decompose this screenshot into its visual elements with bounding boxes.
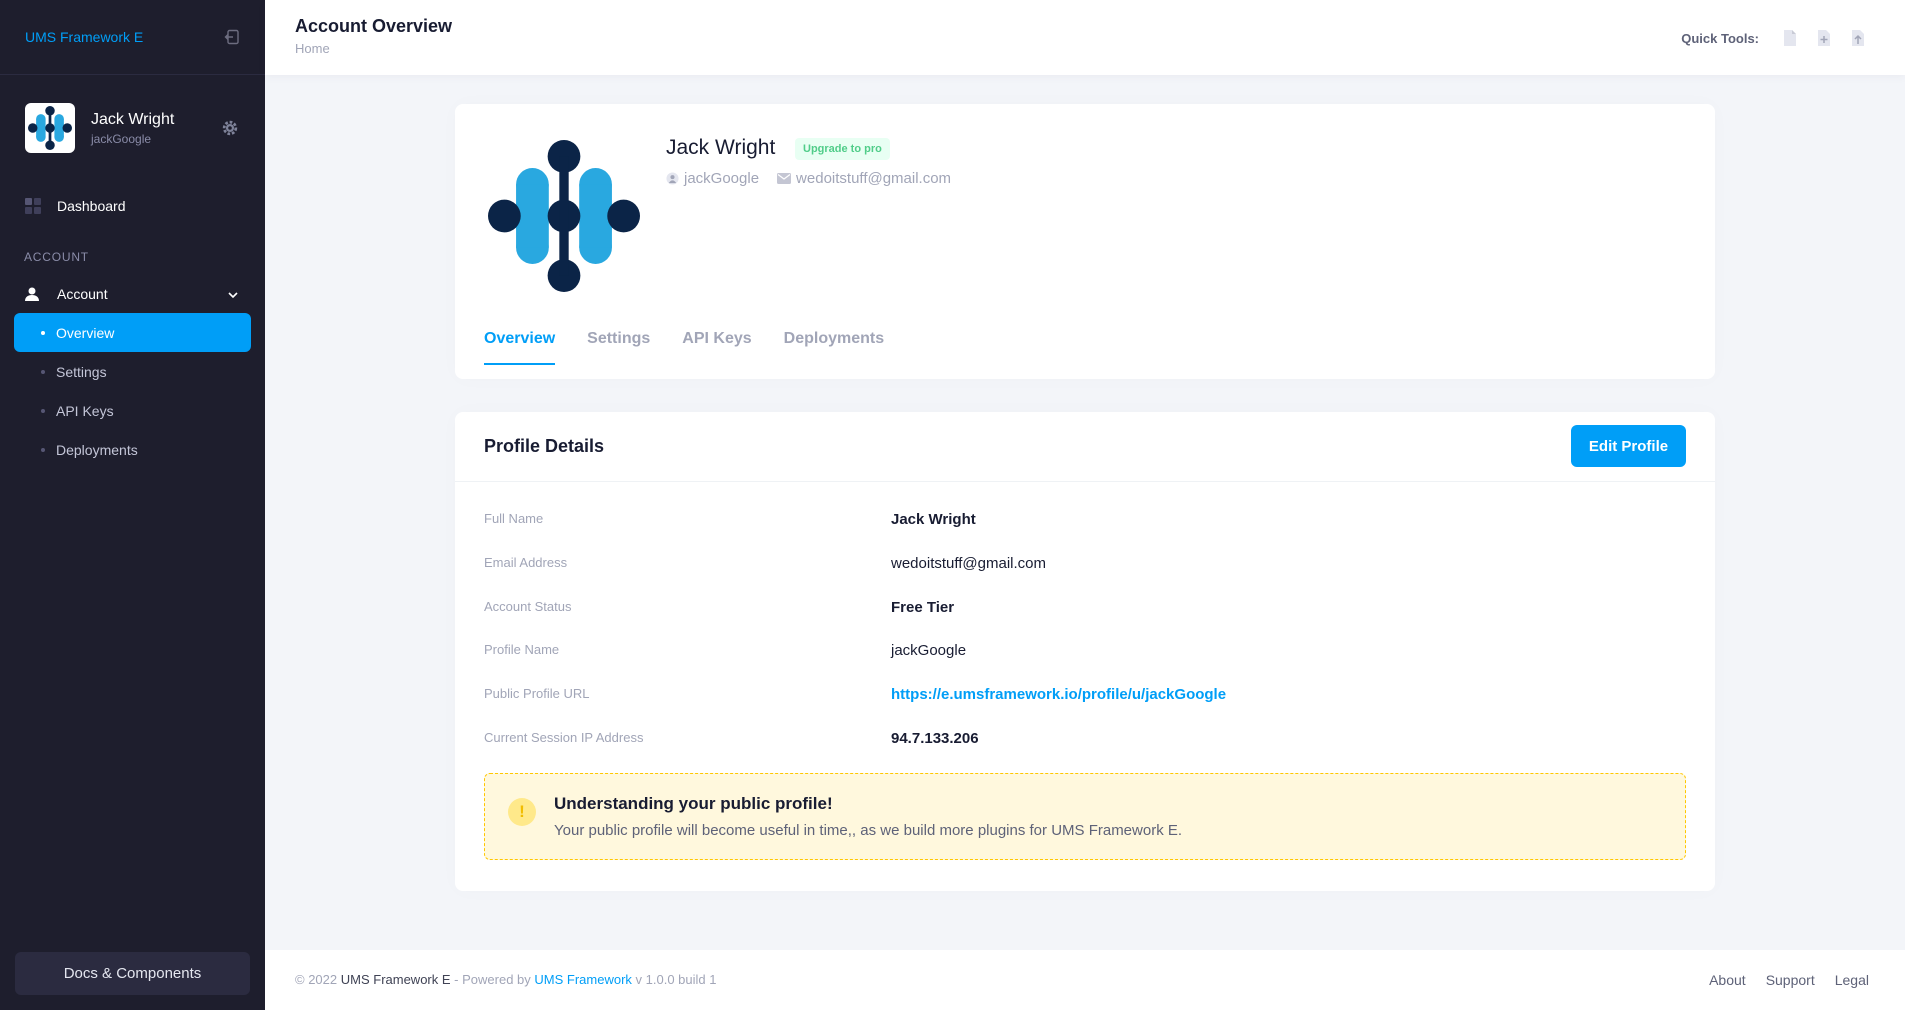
sidebar-item-label: Account xyxy=(57,286,108,302)
detail-label: Full Name xyxy=(484,511,544,526)
breadcrumb[interactable]: Home xyxy=(295,41,330,56)
edit-profile-button[interactable]: Edit Profile xyxy=(1571,425,1686,467)
notice-text: Your public profile will become useful i… xyxy=(554,822,1183,839)
footer-framework-link[interactable]: UMS Framework xyxy=(534,972,632,987)
footer-link-legal[interactable]: Legal xyxy=(1835,972,1869,988)
tab-deployments[interactable]: Deployments xyxy=(784,330,884,364)
sidebar-item-label: API Keys xyxy=(56,402,114,419)
sidebar-item-settings[interactable]: Settings xyxy=(14,352,251,391)
sidebar-user-handle: jackGoogle xyxy=(91,131,152,146)
sidebar-item-label: Overview xyxy=(56,324,115,341)
profile-handle-text: jackGoogle xyxy=(684,170,760,187)
quick-tools: Quick Tools: xyxy=(1681,27,1875,49)
sidebar-collapse-icon[interactable] xyxy=(224,29,240,45)
file-add-icon[interactable] xyxy=(1807,27,1841,49)
details-title: Profile Details xyxy=(484,436,605,456)
footer-copyright: © 2022 UMS Framework E - Powered by UMS … xyxy=(295,972,716,987)
detail-value: Free Tier xyxy=(891,599,955,616)
detail-value: wedoitstuff@gmail.com xyxy=(891,555,1047,572)
public-profile-notice: ! Understanding your public profile! You… xyxy=(484,773,1686,860)
detail-value: Jack Wright xyxy=(891,511,976,528)
user-icon xyxy=(25,287,43,301)
detail-label: Profile Name xyxy=(484,642,560,657)
file-upload-icon[interactable] xyxy=(1841,27,1875,49)
detail-row-session-ip: Current Session IP Address 94.7.133.206 xyxy=(484,730,1684,750)
profile-email[interactable]: wedoitstuff@gmail.com xyxy=(777,170,951,187)
footer-product: UMS Framework E xyxy=(340,972,451,987)
profile-tabs: Overview Settings API Keys Deployments xyxy=(484,330,916,365)
envelope-icon xyxy=(777,173,792,184)
sidebar-item-deployments[interactable]: Deployments xyxy=(14,430,251,469)
footer-links: About Support Legal xyxy=(1689,972,1869,988)
sidebar-user-text: Jack Wright jackGoogle xyxy=(91,111,174,146)
footer-powered-by: - Powered by xyxy=(454,972,531,987)
detail-row-account-status: Account Status Free Tier xyxy=(484,599,1684,619)
brand-name[interactable]: UMS Framework E xyxy=(25,29,143,45)
detail-row-profile-name: Profile Name jackGoogle xyxy=(484,642,1684,662)
sidebar-item-label: Settings xyxy=(56,363,107,380)
profile-handle[interactable]: jackGoogle xyxy=(666,170,759,187)
bullet-icon xyxy=(41,331,45,335)
detail-label: Account Status xyxy=(484,599,572,614)
tab-settings[interactable]: Settings xyxy=(587,330,650,364)
details-header: Profile Details Edit Profile xyxy=(455,412,1715,482)
detail-row-public-profile-url: Public Profile URL https://e.umsframewor… xyxy=(484,686,1684,706)
tab-api-keys[interactable]: API Keys xyxy=(682,330,751,364)
quick-tools-label: Quick Tools: xyxy=(1681,30,1759,46)
upgrade-badge[interactable]: Upgrade to pro xyxy=(795,138,890,160)
profile-meta: jackGoogle wedoitstuff@gmail.com xyxy=(666,170,969,187)
detail-label: Public Profile URL xyxy=(484,686,590,701)
sidebar-brand: UMS Framework E xyxy=(0,0,265,75)
sidebar: UMS Framework E Jack Wright jackGoogle D… xyxy=(0,0,265,1010)
page-title: Account Overview xyxy=(295,16,453,36)
user-circle-icon xyxy=(666,172,679,185)
profile-card: Jack Wright Upgrade to pro jackGoogle we… xyxy=(455,104,1715,379)
detail-value: jackGoogle xyxy=(891,642,967,659)
warning-icon: ! xyxy=(508,798,536,826)
detail-value: 94.7.133.206 xyxy=(891,730,979,747)
profile-details-card: Profile Details Edit Profile Full Name J… xyxy=(455,412,1715,891)
notice-title: Understanding your public profile! xyxy=(554,794,833,813)
tab-overview[interactable]: Overview xyxy=(484,330,556,365)
copyright-year: © 2022 xyxy=(295,972,338,987)
bullet-icon xyxy=(41,370,45,374)
bullet-icon xyxy=(41,409,45,413)
sidebar-item-account[interactable]: Account xyxy=(0,275,265,313)
docs-components-button[interactable]: Docs & Components xyxy=(15,952,250,995)
avatar[interactable] xyxy=(25,103,75,153)
detail-label: Current Session IP Address xyxy=(484,730,644,745)
footer-link-support[interactable]: Support xyxy=(1766,972,1815,988)
sidebar-item-dashboard[interactable]: Dashboard xyxy=(0,187,265,225)
dashboard-icon xyxy=(25,198,43,214)
detail-row-email: Email Address wedoitstuff@gmail.com xyxy=(484,555,1684,575)
sidebar-user-name[interactable]: Jack Wright xyxy=(91,111,174,129)
footer-link-about[interactable]: About xyxy=(1709,972,1746,988)
profile-email-text: wedoitstuff@gmail.com xyxy=(796,170,952,187)
file-icon[interactable] xyxy=(1773,27,1807,49)
bullet-icon xyxy=(41,448,45,452)
footer-version: v 1.0.0 build 1 xyxy=(635,972,717,987)
chevron-down-icon[interactable] xyxy=(227,288,239,304)
footer: © 2022 UMS Framework E - Powered by UMS … xyxy=(265,950,1905,1010)
sidebar-user-card: Jack Wright jackGoogle xyxy=(0,75,265,181)
detail-label: Email Address xyxy=(484,555,568,570)
sidebar-section-heading: ACCOUNT xyxy=(24,250,89,264)
sidebar-item-api-keys[interactable]: API Keys xyxy=(14,391,251,430)
profile-avatar xyxy=(484,136,644,296)
sidebar-item-overview[interactable]: Overview xyxy=(14,313,251,352)
sidebar-item-label: Deployments xyxy=(56,441,138,458)
gear-icon[interactable] xyxy=(221,119,239,142)
profile-name: Jack Wright xyxy=(666,136,776,159)
top-header: Account Overview Home Quick Tools: xyxy=(265,0,1905,75)
sidebar-item-label: Dashboard xyxy=(57,198,126,214)
public-profile-link[interactable]: https://e.umsframework.io/profile/u/jack… xyxy=(891,686,1226,703)
detail-row-full-name: Full Name Jack Wright xyxy=(484,511,1684,531)
